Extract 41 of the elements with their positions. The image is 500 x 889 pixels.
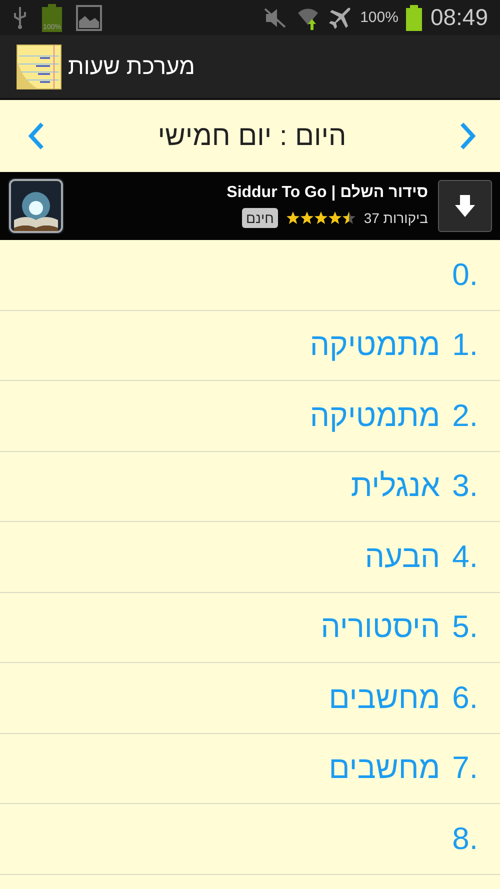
star-icon [328,211,342,225]
lesson-number: 2. [452,398,478,434]
lesson-subject: מתמטיקה [310,398,440,434]
download-icon [454,194,476,218]
image-icon [76,4,102,30]
clock-time: 08:49 [430,4,488,31]
download-button[interactable] [438,180,492,232]
app-title: מערכת שעות [68,53,195,80]
lesson-number: 0. [452,256,478,293]
lesson-number: 4. [452,538,478,575]
lesson-subject: הבעה [364,538,440,575]
notepad-icon [16,44,62,90]
lesson-row[interactable]: 8. [0,804,500,874]
mute-icon [262,6,288,28]
star-icon [286,211,300,225]
battery-percent: 100% [360,9,398,26]
usb-icon [12,6,28,30]
lesson-subject: אנגלית [350,468,440,504]
chevron-left-icon[interactable] [26,121,46,151]
lesson-number: 7. [452,750,478,786]
ad-banner[interactable]: Siddur To Go | סידור השלם ביקורות 37 חינם [0,172,500,240]
star-icon [342,211,356,225]
lesson-subject: מתמטיקה [310,327,440,364]
day-title: היום : יום חמישי [158,120,346,152]
lesson-number: 8. [452,820,478,857]
lesson-number: 3. [452,468,478,504]
chevron-right-icon[interactable] [458,121,478,151]
battery-icon [406,4,422,30]
lesson-number: 1. [452,327,478,364]
star-icon [300,211,314,225]
lesson-number: 5. [452,609,478,646]
lesson-subject: מחשבים [328,680,440,716]
price-badge: חינם [242,208,278,228]
review-count: ביקורות 37 [364,210,428,226]
ad-title: Siddur To Go | סידור השלם [226,184,428,202]
lesson-subject: היסטוריה [320,609,440,646]
lesson-number: 6. [452,680,478,716]
airplane-icon [328,6,352,30]
lesson-row[interactable]: 0. [0,240,500,310]
star-icon [314,211,328,225]
lesson-subject: מחשבים [328,750,440,786]
